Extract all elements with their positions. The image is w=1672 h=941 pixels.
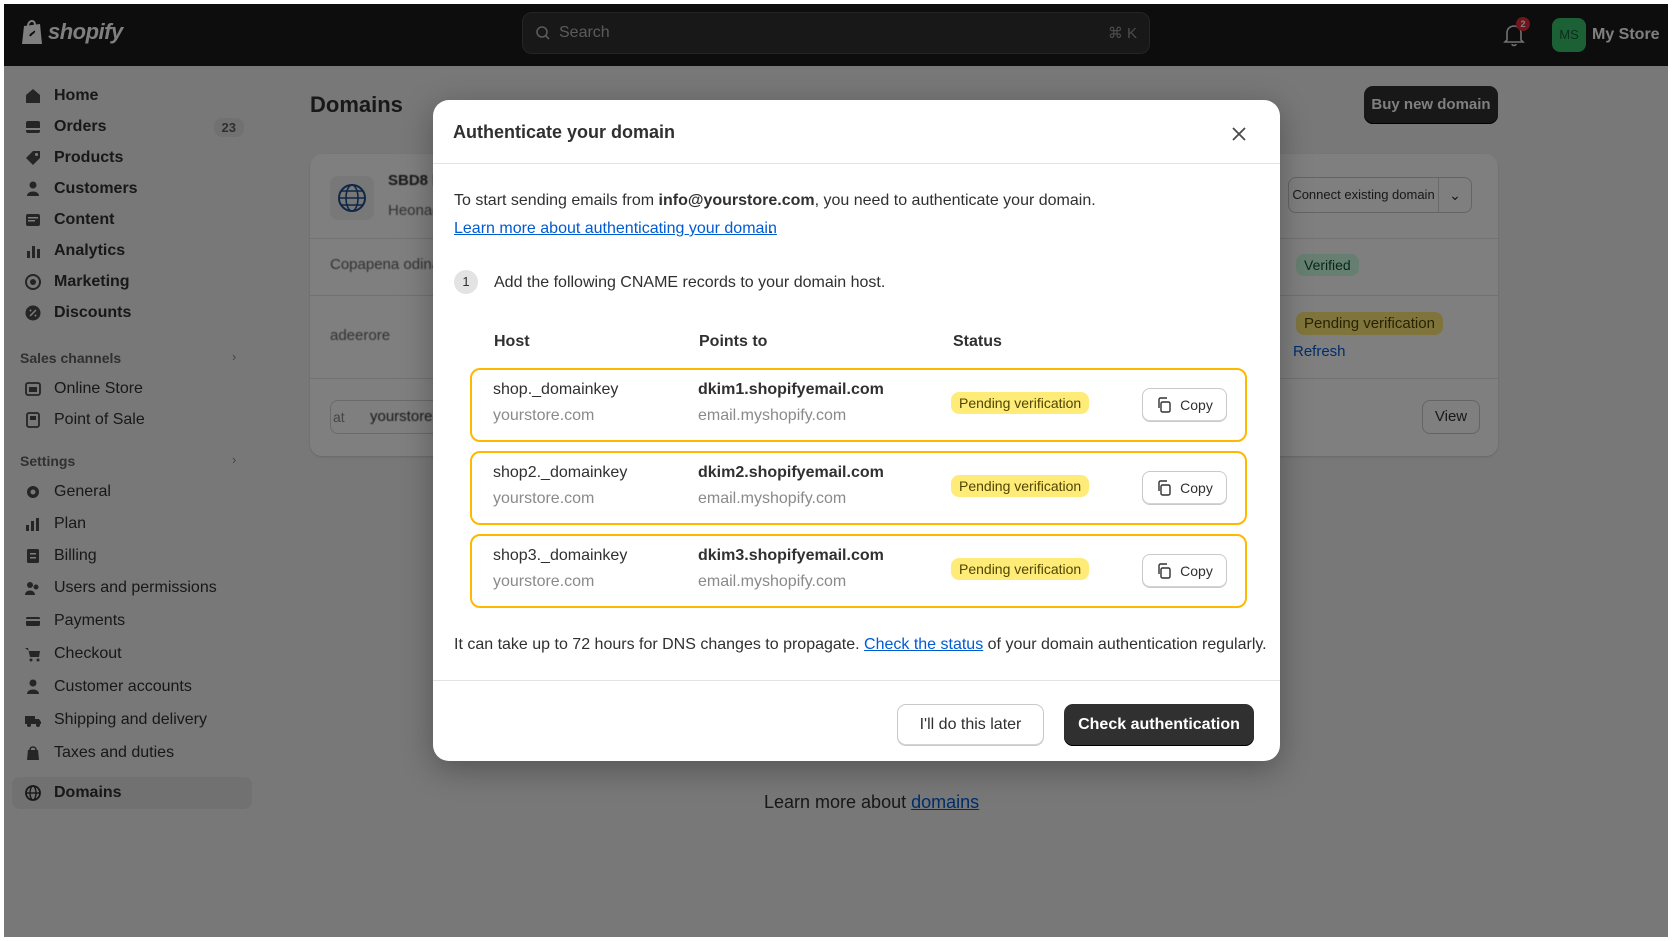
intro-text: To start sending emails from info@yourst… xyxy=(454,192,1264,210)
propagation-note: It can take up to 72 hours for DNS chang… xyxy=(454,636,1269,654)
record-points-domain: email.myshopify.com xyxy=(698,573,847,590)
modal-title: Authenticate your domain xyxy=(453,122,676,142)
modal-header: Authenticate your domain xyxy=(433,100,1280,164)
record-points-domain: email.myshopify.com xyxy=(698,490,847,507)
propagation-after: of your domain authentication regularly. xyxy=(983,636,1267,653)
do-this-later-button[interactable]: I'll do this later xyxy=(897,704,1044,746)
copy-button[interactable]: Copy xyxy=(1142,554,1227,588)
learn-more-authenticating-link[interactable]: Learn more about authenticating your dom… xyxy=(454,220,777,238)
copy-icon xyxy=(1158,563,1171,579)
status-badge: Pending verification xyxy=(951,392,1090,414)
intro-after: , you need to authenticate your domain. xyxy=(814,192,1096,209)
learn-link-suffix: . xyxy=(769,220,774,237)
close-icon[interactable] xyxy=(1229,124,1249,144)
app-frame: shopify Search ⌘ K 2 MS My Store Home Or… xyxy=(4,4,1668,937)
column-header-points-to: Points to xyxy=(699,333,768,350)
record-host-domain: yourstore.com xyxy=(493,407,595,424)
record-points-to: dkim2.shopifyemail.com xyxy=(698,464,884,481)
intro-before: To start sending emails from xyxy=(454,192,659,209)
record-host: shop2._domainkey xyxy=(493,464,628,481)
copy-icon xyxy=(1158,480,1171,496)
copy-button[interactable]: Copy xyxy=(1142,471,1227,505)
column-header-status: Status xyxy=(953,333,1002,350)
column-header-host: Host xyxy=(494,333,530,350)
copy-label: Copy xyxy=(1180,480,1213,496)
record-points-to: dkim1.shopifyemail.com xyxy=(698,381,884,398)
record-host-domain: yourstore.com xyxy=(493,573,595,590)
record-points-domain: email.myshopify.com xyxy=(698,407,847,424)
record-host-domain: yourstore.com xyxy=(493,490,595,507)
status-badge: Pending verification xyxy=(951,558,1090,580)
propagation-before: It can take up to 72 hours for DNS chang… xyxy=(454,636,865,653)
sender-email: info@yourstore.com xyxy=(658,192,815,209)
status-badge: Pending verification xyxy=(951,475,1090,497)
modal-footer-divider xyxy=(433,680,1280,681)
copy-button[interactable]: Copy xyxy=(1142,388,1227,422)
check-authentication-button[interactable]: Check authentication xyxy=(1064,704,1254,746)
cname-record-row: shop._domainkey yourstore.com dkim1.shop… xyxy=(470,368,1247,442)
record-points-to: dkim3.shopifyemail.com xyxy=(698,547,884,564)
record-host: shop3._domainkey xyxy=(493,547,628,564)
record-host: shop._domainkey xyxy=(493,381,619,398)
step-number-badge: 1 xyxy=(454,270,478,294)
cname-record-row: shop2._domainkey yourstore.com dkim2.sho… xyxy=(470,451,1247,525)
authenticate-domain-modal: Authenticate your domain To start sendin… xyxy=(433,100,1280,761)
copy-icon xyxy=(1158,397,1171,413)
cname-record-row: shop3._domainkey yourstore.com dkim3.sho… xyxy=(470,534,1247,608)
check-status-link[interactable]: Check the status xyxy=(864,636,983,653)
step-instruction: Add the following CNAME records to your … xyxy=(494,274,886,291)
copy-label: Copy xyxy=(1180,397,1213,413)
copy-label: Copy xyxy=(1180,563,1213,579)
